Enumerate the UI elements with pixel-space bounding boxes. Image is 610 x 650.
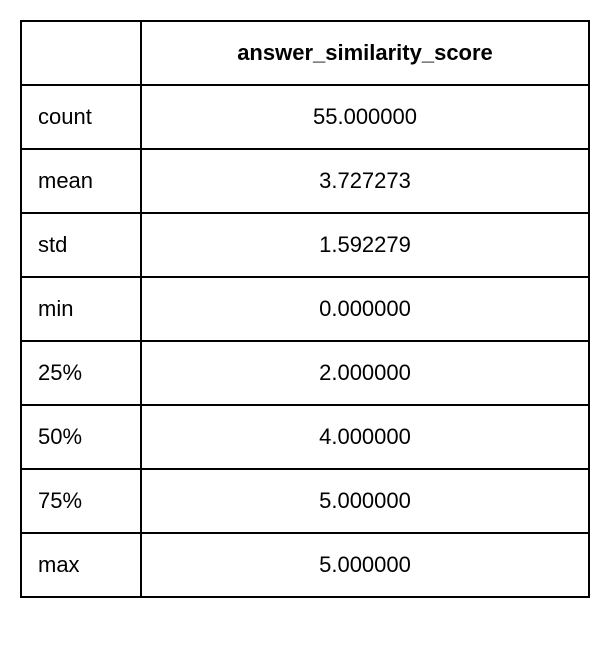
row-label: 75% bbox=[21, 469, 141, 533]
value-cell: 55.000000 bbox=[141, 85, 589, 149]
value-cell: 2.000000 bbox=[141, 341, 589, 405]
value-cell: 3.727273 bbox=[141, 149, 589, 213]
table-row: 50% 4.000000 bbox=[21, 405, 589, 469]
column-header: answer_similarity_score bbox=[141, 21, 589, 85]
table-row: 75% 5.000000 bbox=[21, 469, 589, 533]
value-cell: 0.000000 bbox=[141, 277, 589, 341]
table-row: 25% 2.000000 bbox=[21, 341, 589, 405]
table-body: count 55.000000 mean 3.727273 std 1.5922… bbox=[21, 85, 589, 597]
row-label: count bbox=[21, 85, 141, 149]
row-label: 25% bbox=[21, 341, 141, 405]
table-row: count 55.000000 bbox=[21, 85, 589, 149]
row-label: min bbox=[21, 277, 141, 341]
table-header-row: answer_similarity_score bbox=[21, 21, 589, 85]
table-row: std 1.592279 bbox=[21, 213, 589, 277]
value-cell: 5.000000 bbox=[141, 469, 589, 533]
value-cell: 1.592279 bbox=[141, 213, 589, 277]
row-label: std bbox=[21, 213, 141, 277]
value-cell: 5.000000 bbox=[141, 533, 589, 597]
table-row: min 0.000000 bbox=[21, 277, 589, 341]
row-label: mean bbox=[21, 149, 141, 213]
table-row: mean 3.727273 bbox=[21, 149, 589, 213]
corner-cell bbox=[21, 21, 141, 85]
row-label: 50% bbox=[21, 405, 141, 469]
table-row: max 5.000000 bbox=[21, 533, 589, 597]
row-label: max bbox=[21, 533, 141, 597]
value-cell: 4.000000 bbox=[141, 405, 589, 469]
stats-table: answer_similarity_score count 55.000000 … bbox=[20, 20, 590, 598]
